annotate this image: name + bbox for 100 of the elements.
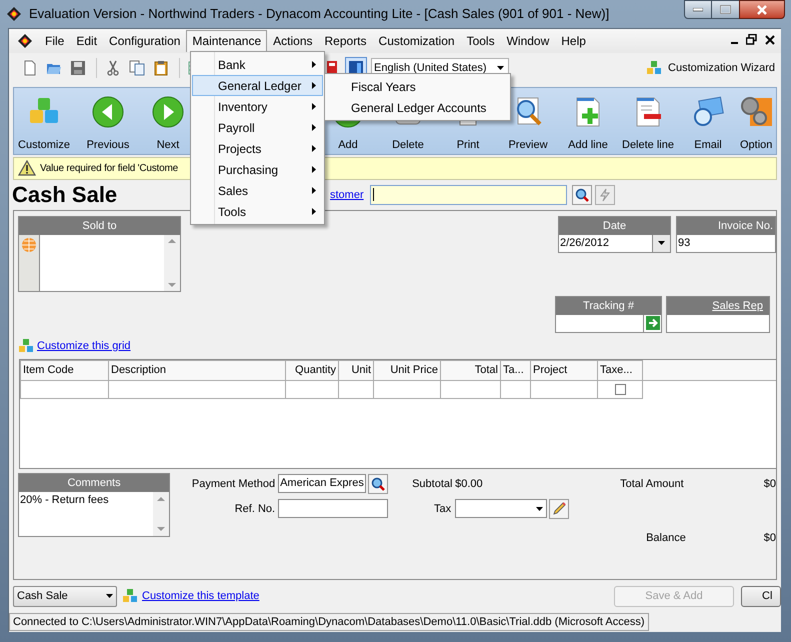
menu-item[interactable]: Reports xyxy=(318,30,373,52)
caret-icon xyxy=(497,66,504,70)
button-label: Next xyxy=(156,138,180,153)
tax-dropdown[interactable] xyxy=(455,499,548,518)
column-header[interactable]: Item Code xyxy=(20,360,108,380)
scissors-icon xyxy=(105,60,121,76)
close-button[interactable] xyxy=(739,0,785,19)
menu-item[interactable]: Window xyxy=(500,30,556,52)
dropdown-button[interactable] xyxy=(652,234,670,252)
up-arrow-icon xyxy=(157,496,166,501)
column-header[interactable]: Taxe... xyxy=(598,360,642,380)
wizard-link[interactable]: Customization Wizard xyxy=(668,60,775,76)
toolbar-button[interactable]: Delete line xyxy=(618,88,678,154)
ref-no-field[interactable] xyxy=(278,499,388,518)
customer-field[interactable] xyxy=(370,184,567,205)
window-title: Evaluation Version - Northwind Traders - Dynacom Accounting Lite - [Cash Sales (901 of 901 - New)] xyxy=(29,5,610,24)
restore-icon xyxy=(746,34,757,45)
template-dropdown[interactable]: Cash Sale xyxy=(13,586,117,607)
toolbar-button[interactable]: Customize xyxy=(14,88,74,154)
button-label: Customize xyxy=(18,138,70,153)
search-button[interactable] xyxy=(572,184,592,205)
menu-item[interactable]: File xyxy=(39,30,70,52)
menu-item-label: Purchasing xyxy=(218,162,278,178)
maximize-button[interactable] xyxy=(712,0,739,19)
minimize-icon xyxy=(731,42,738,44)
scrollbar[interactable] xyxy=(153,492,170,536)
invoice-field[interactable]: 93 xyxy=(677,234,775,252)
menu-item-label: Tools xyxy=(218,204,246,220)
save-icon xyxy=(70,60,86,76)
menu-item[interactable]: Purchasing xyxy=(192,159,323,180)
menu-item[interactable]: Tools xyxy=(192,201,323,222)
box-header: Comments xyxy=(19,474,170,492)
menu-item-label: Bank xyxy=(218,56,246,74)
menu-item[interactable]: General Ledger xyxy=(192,75,323,96)
box-header: Invoice No. xyxy=(677,216,775,235)
column-header[interactable]: Quantity xyxy=(286,360,338,380)
maximize-icon xyxy=(720,5,731,14)
menu-item-label: Payroll xyxy=(218,120,255,136)
menu-item[interactable]: Actions xyxy=(267,30,318,52)
caret-icon xyxy=(536,506,544,511)
minimize-button[interactable] xyxy=(684,0,712,19)
field-label: Tax xyxy=(432,502,452,516)
toolbar-button[interactable]: Email xyxy=(678,88,738,154)
sales-rep-link[interactable]: Sales Rep xyxy=(667,296,769,315)
button-label: Preview xyxy=(508,138,548,153)
search-icon xyxy=(574,188,589,202)
box-header: Date xyxy=(559,216,670,235)
sales-rep-field[interactable] xyxy=(667,314,769,332)
menu-item[interactable]: Maintenance xyxy=(186,30,268,52)
column-header[interactable]: Unit Price xyxy=(374,360,440,380)
table-cell xyxy=(286,380,338,398)
cubes-icon xyxy=(122,588,138,604)
search-button[interactable] xyxy=(368,474,388,494)
copy-icon xyxy=(129,60,145,76)
menu-item[interactable]: Sales xyxy=(192,180,323,201)
column-header[interactable]: Ta... xyxy=(500,360,530,380)
box-header: Sold to xyxy=(19,216,180,235)
column-header[interactable]: Project xyxy=(530,360,598,380)
up-arrow-icon xyxy=(168,238,176,243)
customize-grid-link[interactable]: Customize this grid xyxy=(37,338,131,354)
down-arrow-icon xyxy=(157,526,166,531)
customize-template-link[interactable]: Customize this template xyxy=(142,588,260,604)
submenu-arrow-icon xyxy=(312,166,316,173)
menu-item[interactable]: Edit xyxy=(70,30,104,52)
menu-item[interactable]: Configuration xyxy=(103,30,186,52)
box-header: Tracking # xyxy=(556,296,661,315)
scrollbar[interactable] xyxy=(164,234,180,291)
menu-item-label: Projects xyxy=(218,140,262,158)
toolbar-button[interactable]: Option xyxy=(738,88,776,154)
checkbox[interactable] xyxy=(614,384,626,395)
lightning-icon xyxy=(598,188,611,202)
total-amount-value: $0 xyxy=(764,476,776,492)
warning-text: Value required for field 'Custome xyxy=(40,162,178,176)
field-label: Subtotal xyxy=(412,476,454,492)
down-arrow-icon xyxy=(168,282,176,287)
pencil-icon xyxy=(552,502,566,516)
customer-link[interactable]: stomer xyxy=(330,186,364,203)
edit-button[interactable] xyxy=(549,498,570,519)
column-header[interactable]: Unit xyxy=(338,360,374,380)
column-header[interactable]: Total xyxy=(440,360,500,380)
button-label: Add xyxy=(338,138,358,153)
table-cell xyxy=(338,380,374,398)
column-header[interactable]: Description xyxy=(108,360,286,380)
table-cell xyxy=(500,380,530,398)
status-text: Connected to C:\Users\Administrator.WIN7\AppData\Roaming\Dynacom\Databases\Demo\11.0\Basic\Trial.ddb (Microsoft Access) xyxy=(9,612,649,631)
caret-icon xyxy=(106,594,113,598)
payment-method-field[interactable]: American Expres xyxy=(278,474,366,494)
toolbar-button[interactable]: Add line xyxy=(558,88,618,154)
menu-item[interactable]: Customization xyxy=(372,30,461,52)
submenu-arrow-icon xyxy=(312,124,316,131)
app-icon xyxy=(17,32,33,49)
toolbar-button[interactable]: Previous xyxy=(78,88,138,154)
menu-item-label: Sales xyxy=(218,182,248,200)
go-button[interactable] xyxy=(643,314,661,332)
menu-item[interactable]: Help xyxy=(555,30,592,52)
button[interactable]: Cl xyxy=(741,586,781,607)
cubes-icon xyxy=(646,60,662,76)
menu-item[interactable]: Tools xyxy=(460,30,501,52)
menu-item[interactable]: Bank xyxy=(192,54,323,75)
search-icon xyxy=(371,476,386,491)
